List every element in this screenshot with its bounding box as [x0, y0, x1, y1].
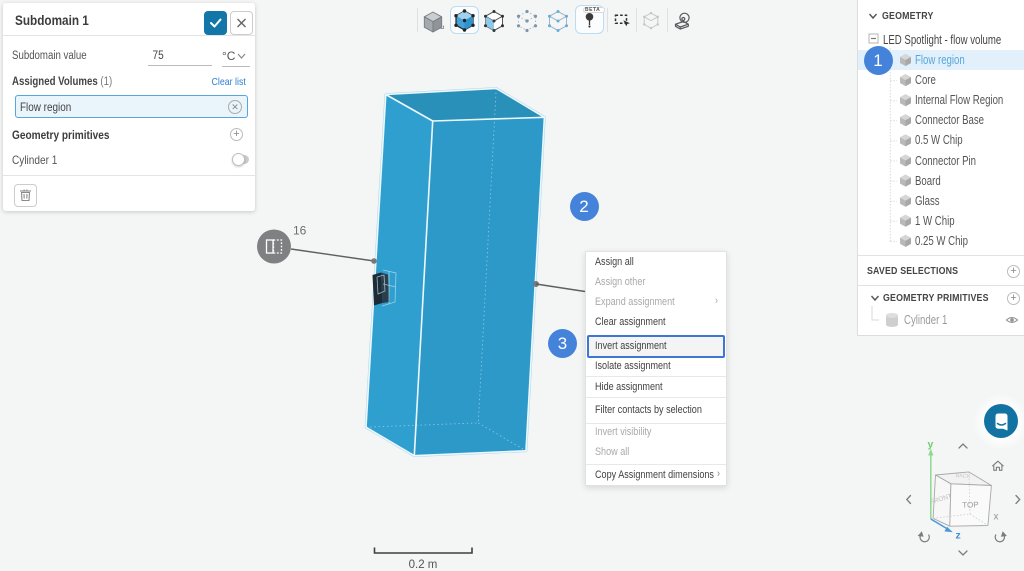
svg-text:TOP: TOP — [962, 500, 979, 510]
svg-text:y: y — [928, 439, 934, 451]
svg-text:16: 16 — [293, 224, 307, 238]
svg-text:x: x — [994, 512, 999, 523]
svg-text:BACK: BACK — [955, 473, 971, 480]
svg-text:0.2 m: 0.2 m — [409, 559, 438, 571]
svg-text:z: z — [956, 530, 961, 542]
